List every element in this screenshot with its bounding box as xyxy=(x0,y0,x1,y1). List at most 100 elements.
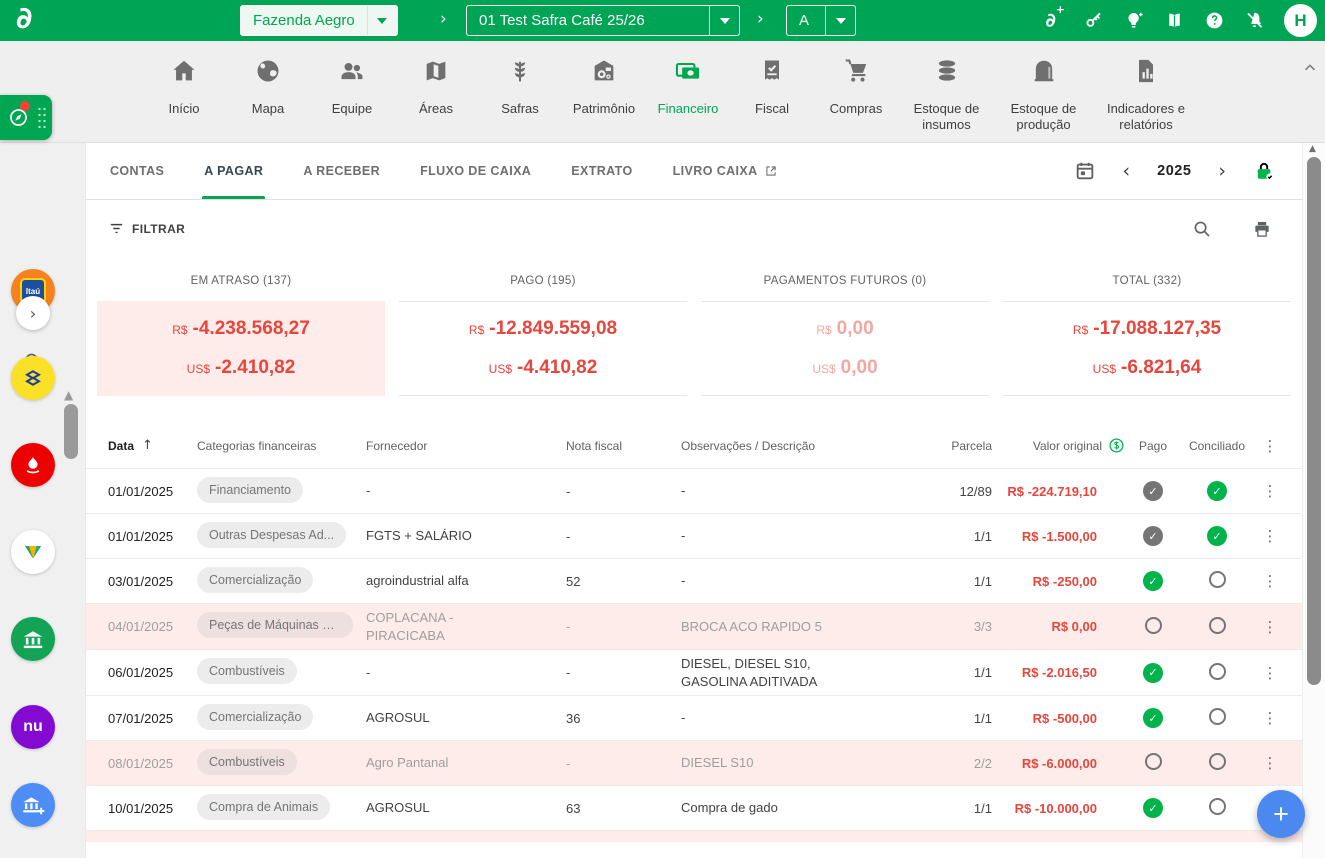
paid-checked-icon[interactable]: ✓ xyxy=(1143,798,1163,818)
bank-green-bank-icon[interactable] xyxy=(11,617,55,661)
aegro-logo[interactable]: ∂ xyxy=(16,1,32,36)
table-row[interactable]: 01/01/2025 Outras Despesas Ad... FGTS + … xyxy=(86,513,1302,558)
col-conciliado[interactable]: Conciliado xyxy=(1181,439,1253,453)
calendar-icon[interactable] xyxy=(1074,160,1096,182)
row-menu-icon[interactable]: ⋮ xyxy=(1253,618,1288,636)
category-chip[interactable]: Peças de Máquinas e ... xyxy=(197,612,353,638)
col-parcela[interactable]: Parcela xyxy=(920,439,992,453)
reconciled-unchecked-icon[interactable] xyxy=(1209,798,1226,815)
row-menu-icon[interactable]: ⋮ xyxy=(1253,572,1288,590)
filter-button[interactable]: FILTRAR xyxy=(108,220,185,237)
col-menu[interactable]: ⋮ xyxy=(1253,437,1288,455)
nav-item-fiscal[interactable]: Fiscal xyxy=(730,41,814,134)
chevron-down-icon[interactable] xyxy=(709,6,739,35)
col-observacoes[interactable]: Observações / Descrição xyxy=(681,439,920,453)
nav-item-financeiro[interactable]: Financeiro xyxy=(646,41,730,134)
col-valor-original[interactable]: Valor original xyxy=(992,437,1125,454)
category-chip[interactable]: Comercialização xyxy=(197,704,313,730)
reconciled-unchecked-icon[interactable] xyxy=(1209,708,1226,725)
nav-item-patrimonio[interactable]: Patrimônio xyxy=(562,41,646,134)
reconciled-checked-icon[interactable]: ✓ xyxy=(1207,526,1227,546)
nav-item-mapa[interactable]: Mapa xyxy=(226,41,310,134)
chevron-down-icon[interactable] xyxy=(367,6,397,35)
key-icon[interactable] xyxy=(1084,10,1105,31)
summary-card-total-332[interactable]: TOTAL (332) R$-17.088.127,35 US$-6.821,6… xyxy=(1003,271,1291,396)
category-chip[interactable]: Combustíveis xyxy=(197,749,297,775)
nav-item-equipe[interactable]: Equipe xyxy=(310,41,394,134)
category-chip[interactable]: Combustíveis xyxy=(197,658,297,684)
paid-checked-icon[interactable]: ✓ xyxy=(1143,663,1163,683)
lightbulb-plus-icon[interactable] xyxy=(1124,10,1145,31)
row-menu-icon[interactable]: ⋮ xyxy=(1253,664,1288,682)
table-row[interactable]: 04/01/2025 Peças de Máquinas e ... COPLA… xyxy=(86,603,1302,649)
paid-checked-icon[interactable]: ✓ xyxy=(1143,526,1163,546)
scrollbar-thumb[interactable] xyxy=(1307,157,1321,685)
table-row[interactable]: 07/01/2025 Comercialização AGROSUL 36 - … xyxy=(86,695,1302,740)
table-row[interactable]: 10/01/2025 Compra de Animais AGROSUL 63 … xyxy=(86,785,1302,830)
table-row[interactable]: 06/01/2025 Combustíveis - - DIESEL, DIES… xyxy=(86,649,1302,695)
extension-tab[interactable] xyxy=(0,95,52,140)
tab-contas[interactable]: CONTAS xyxy=(108,143,166,199)
unit-selector[interactable]: A xyxy=(786,5,856,36)
category-chip[interactable]: Comercialização xyxy=(197,567,313,593)
row-menu-icon[interactable]: ⋮ xyxy=(1253,709,1288,727)
scroll-up-icon[interactable]: ▲ xyxy=(64,388,73,402)
user-avatar[interactable]: H xyxy=(1284,4,1317,37)
sicredi-bank-icon[interactable] xyxy=(11,530,55,574)
nav-item-safras[interactable]: Safras xyxy=(478,41,562,134)
add-bank-bank-icon[interactable] xyxy=(11,783,55,827)
tab-extrato[interactable]: EXTRATO xyxy=(569,143,634,199)
tab-livro-caixa[interactable]: LIVRO CAIXA xyxy=(671,143,780,199)
nav-item-estoque-de-insumos[interactable]: Estoque de insumos xyxy=(898,41,995,134)
harvest-selector[interactable]: 01 Test Safra Café 25/26 xyxy=(466,5,740,36)
row-menu-icon[interactable]: ⋮ xyxy=(1253,482,1288,500)
col-pago[interactable]: Pago xyxy=(1125,439,1181,453)
paid-checked-icon[interactable]: ✓ xyxy=(1143,481,1163,501)
drag-dots-icon[interactable] xyxy=(37,106,46,129)
notifications-off-icon[interactable] xyxy=(1244,10,1265,31)
reconciled-unchecked-icon[interactable] xyxy=(1209,663,1226,680)
nav-item-inicio[interactable]: Início xyxy=(142,41,226,134)
category-chip[interactable]: Compra de Animais xyxy=(197,794,330,820)
next-year-button[interactable]: › xyxy=(1218,160,1226,182)
nav-item-areas[interactable]: Áreas xyxy=(394,41,478,134)
nubank-bank-icon[interactable]: nu xyxy=(11,705,55,749)
add-entry-fab[interactable]: + xyxy=(1257,790,1305,838)
tab-a-receber[interactable]: A RECEBER xyxy=(301,143,382,199)
tab-fluxo-de-caixa[interactable]: FLUXO DE CAIXA xyxy=(418,143,533,199)
category-chip[interactable]: Outras Despesas Ad... xyxy=(197,522,346,548)
dollar-circle-icon[interactable] xyxy=(1108,437,1125,454)
reconciled-checked-icon[interactable]: ✓ xyxy=(1207,481,1227,501)
col-nota-fiscal[interactable]: Nota fiscal xyxy=(566,439,681,453)
print-icon[interactable] xyxy=(1252,219,1272,239)
col-categorias[interactable]: Categorias financeiras xyxy=(197,439,366,453)
farm-selector[interactable]: Fazenda Aegro xyxy=(240,5,398,36)
tab-a-pagar[interactable]: A PAGAR xyxy=(202,143,265,199)
summary-card-em-atraso-137[interactable]: EM ATRASO (137) R$-4.238.568,27 US$-2.41… xyxy=(97,271,385,396)
paid-checked-icon[interactable]: ✓ xyxy=(1143,571,1163,591)
reconciled-unchecked-icon[interactable] xyxy=(1209,753,1226,770)
sidebar-scrollbar-thumb[interactable] xyxy=(64,404,78,459)
lock-check-icon[interactable] xyxy=(1253,160,1276,183)
row-menu-icon[interactable]: ⋮ xyxy=(1253,527,1288,545)
paid-unchecked-icon[interactable] xyxy=(1145,617,1162,634)
guide-book-icon[interactable] xyxy=(1164,10,1185,31)
col-fornecedor[interactable]: Fornecedor xyxy=(366,439,566,453)
nav-item-estoque-de-producao[interactable]: Estoque de produção xyxy=(995,41,1092,134)
banco-do-brasil-bank-icon[interactable] xyxy=(11,356,55,400)
aegro-add-icon[interactable]: ∂+ xyxy=(1045,9,1065,31)
santander-bank-icon[interactable] xyxy=(11,443,55,487)
summary-card-pagamentos-futuros-0[interactable]: PAGAMENTOS FUTUROS (0) R$0,00 US$0,00 xyxy=(701,271,989,396)
row-menu-icon[interactable]: ⋮ xyxy=(1253,754,1288,772)
collapse-nav-icon[interactable] xyxy=(1301,59,1321,79)
scroll-up-icon[interactable]: ▲ xyxy=(1309,144,1316,154)
help-icon[interactable] xyxy=(1204,10,1225,31)
reconciled-unchecked-icon[interactable] xyxy=(1209,571,1226,588)
table-row[interactable]: 01/01/2025 Financiamento - - - 12/89 R$ … xyxy=(86,468,1302,513)
page-scrollbar[interactable]: ▲ xyxy=(1302,143,1325,858)
nav-item-compras[interactable]: Compras xyxy=(814,41,898,134)
table-row[interactable]: 08/01/2025 Combustíveis Agro Pantanal - … xyxy=(86,740,1302,785)
nav-item-indicadores-e-relatorios[interactable]: Indicadores e relatórios xyxy=(1092,41,1200,134)
category-chip[interactable]: Financiamento xyxy=(197,477,303,503)
chevron-down-icon[interactable] xyxy=(825,6,855,35)
